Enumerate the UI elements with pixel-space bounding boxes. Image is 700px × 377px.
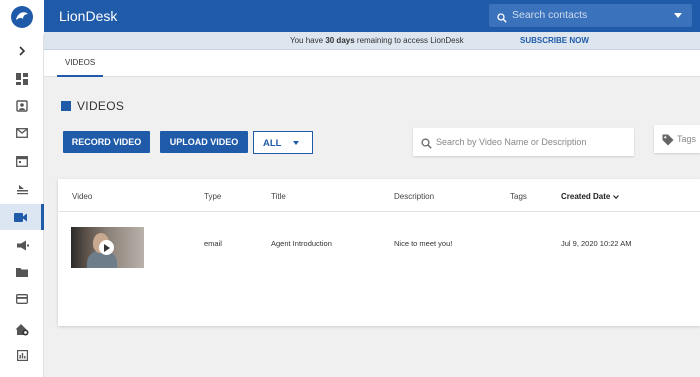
cell-description: Nice to meet you!	[394, 239, 453, 248]
page-title: VIDEOS	[61, 99, 124, 113]
video-filter-value: ALL	[263, 138, 282, 149]
video-search-placeholder: Search by Video Name or Description	[436, 137, 587, 147]
home-search-icon[interactable]	[0, 316, 44, 342]
mail-icon[interactable]	[0, 120, 44, 146]
cell-type: email	[204, 239, 222, 248]
top-bar: LionDesk Search contacts	[44, 0, 700, 32]
page-title-text: VIDEOS	[77, 99, 125, 113]
tags-filter-input[interactable]: Tags	[654, 125, 700, 153]
sidebar	[0, 0, 44, 377]
column-header-title[interactable]: Title	[271, 192, 286, 201]
videos-table: Video Type Title Description Tags Create…	[58, 179, 700, 326]
column-header-tags[interactable]: Tags	[510, 192, 527, 201]
video-search-input[interactable]: Search by Video Name or Description	[413, 128, 634, 156]
tag-icon	[662, 133, 674, 151]
column-header-created-date[interactable]: Created Date	[561, 192, 619, 201]
play-icon[interactable]	[99, 240, 114, 255]
sort-desc-icon	[612, 195, 619, 200]
cell-created-date: Jul 9, 2020 10:22 AM	[561, 239, 632, 248]
record-video-button[interactable]: RECORD VIDEO	[63, 131, 150, 153]
folder-icon[interactable]	[0, 259, 44, 285]
brand-name: LionDesk	[59, 8, 118, 24]
column-header-description[interactable]: Description	[394, 192, 434, 201]
trial-notice: You have 30 days remaining to access Lio…	[44, 32, 700, 50]
trial-notice-text: You have 30 days remaining to access Lio…	[290, 36, 464, 45]
tab-strip: VIDEOS	[44, 50, 700, 77]
search-icon	[421, 136, 432, 154]
app-root: LionDesk Search contacts You have 30 day…	[0, 0, 700, 377]
megaphone-icon[interactable]	[0, 232, 44, 258]
liondesk-logo[interactable]	[0, 0, 44, 34]
video-icon[interactable]	[0, 204, 44, 230]
expand-icon[interactable]	[0, 38, 44, 64]
contact-search-input[interactable]: Search contacts	[489, 4, 692, 27]
contacts-icon[interactable]	[0, 93, 44, 119]
subscribe-now-link[interactable]: SUBSCRIBE NOW	[520, 36, 589, 45]
tags-placeholder: Tags	[677, 134, 697, 144]
cell-title[interactable]: Agent Introduction	[271, 239, 332, 248]
search-icon	[497, 10, 507, 28]
chevron-down-icon[interactable]	[674, 13, 682, 18]
title-marker	[61, 101, 71, 111]
chevron-down-icon	[293, 141, 299, 145]
column-header-type[interactable]: Type	[204, 192, 221, 201]
video-filter-select[interactable]: ALL	[253, 131, 313, 154]
billing-icon[interactable]	[0, 286, 44, 312]
video-thumbnail[interactable]	[71, 227, 144, 268]
reports-icon[interactable]	[0, 342, 44, 368]
contact-search-placeholder: Search contacts	[512, 9, 588, 21]
column-header-video[interactable]: Video	[72, 192, 92, 201]
upload-video-button[interactable]: UPLOAD VIDEO	[160, 131, 248, 153]
dashboard-icon[interactable]	[0, 66, 44, 92]
campaigns-icon[interactable]	[0, 176, 44, 202]
calendar-icon[interactable]	[0, 148, 44, 174]
tab-videos[interactable]: VIDEOS	[57, 50, 104, 77]
table-header: Video Type Title Description Tags Create…	[58, 179, 700, 212]
